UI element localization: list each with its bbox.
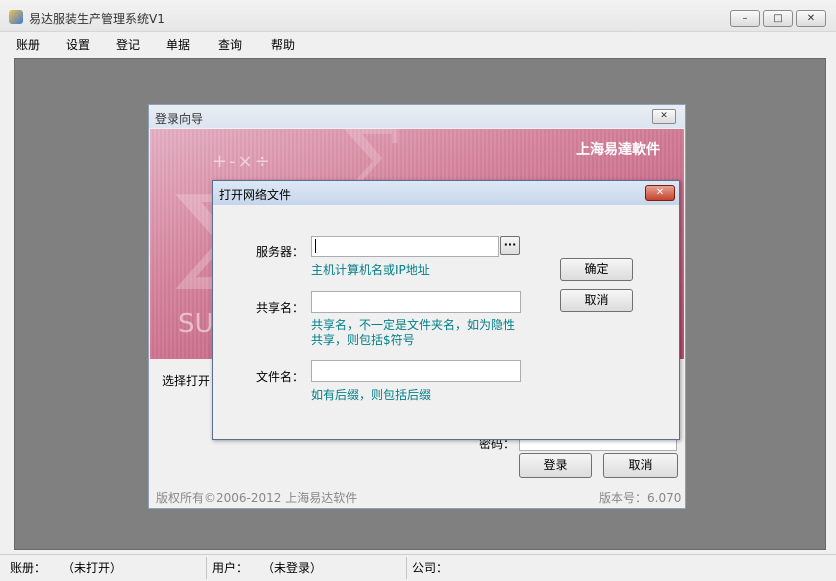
status-bar: 账册： （未打开） 用户： （未登录） 公司： — [0, 554, 836, 581]
status-divider — [206, 557, 207, 579]
status-user-value: （未登录） — [262, 561, 323, 575]
select-ledger-label: 选择打开 — [162, 374, 211, 388]
share-input[interactable] — [311, 291, 521, 313]
file-input[interactable] — [311, 360, 521, 382]
login-cancel-button[interactable]: 取消 — [603, 453, 678, 478]
status-book-label: 账册： — [10, 561, 47, 575]
menu-documents[interactable]: 单据 — [166, 36, 190, 53]
share-label: 共享名： — [256, 301, 305, 315]
menu-help[interactable]: 帮助 — [271, 36, 295, 53]
menu-bar: 账册 设置 登记 单据 查询 帮助 — [0, 32, 836, 56]
status-user-label: 用户： — [212, 561, 249, 575]
menu-settings[interactable]: 设置 — [66, 36, 90, 53]
copyright-text: 版权所有©2006-2012 上海易达软件 — [156, 491, 358, 505]
file-label: 文件名： — [256, 370, 305, 384]
ok-button[interactable]: 确定 — [560, 258, 633, 281]
login-dialog-title-bar[interactable]: 登录向导 ✕ — [149, 105, 685, 128]
status-company-label: 公司： — [412, 561, 449, 575]
menu-register[interactable]: 登记 — [116, 36, 140, 53]
menu-ledger[interactable]: 账册 — [16, 36, 40, 53]
app-icon — [9, 10, 23, 24]
banner-company-name: 上海易達軟件 — [576, 142, 660, 158]
network-dialog-title-bar[interactable]: 打开网络文件 ✕ — [213, 181, 679, 205]
share-hint-line1: 共享名，不一定是文件夹名，如为隐性 — [311, 318, 516, 332]
browse-server-button[interactable]: ··· — [500, 236, 520, 255]
network-dialog-title: 打开网络文件 — [219, 188, 292, 202]
login-dialog-close-button[interactable]: ✕ — [652, 109, 676, 124]
banner-operators: +-×÷ — [212, 151, 272, 172]
maximize-button[interactable]: □ — [763, 10, 793, 27]
window-title: 易达服装生产管理系统V1 — [29, 12, 165, 26]
share-hint-line2: 共享，则包括$符号 — [311, 333, 415, 347]
banner-partial-text: SU — [178, 309, 214, 339]
version-text: 版本号：6.070 — [599, 491, 682, 505]
title-bar: 易达服装生产管理系统V1 – □ ✕ — [0, 0, 836, 32]
minimize-button[interactable]: – — [730, 10, 760, 27]
network-dialog-close-button[interactable]: ✕ — [645, 185, 675, 201]
server-hint: 主机计算机名或IP地址 — [311, 263, 430, 277]
open-network-file-dialog: 打开网络文件 ✕ 服务器： ··· 主机计算机名或IP地址 共享名： 共享名，不… — [212, 180, 680, 440]
server-label: 服务器： — [256, 245, 305, 259]
server-input[interactable] — [311, 236, 499, 257]
menu-query[interactable]: 查询 — [218, 36, 242, 53]
login-button[interactable]: 登录 — [519, 453, 592, 478]
file-hint: 如有后缀，则包括后缀 — [311, 388, 432, 402]
close-button[interactable]: ✕ — [796, 10, 826, 27]
login-dialog-title: 登录向导 — [155, 112, 204, 126]
text-caret — [315, 239, 316, 253]
status-divider — [406, 557, 407, 579]
status-book-value: （未打开） — [62, 561, 123, 575]
network-cancel-button[interactable]: 取消 — [560, 289, 633, 312]
